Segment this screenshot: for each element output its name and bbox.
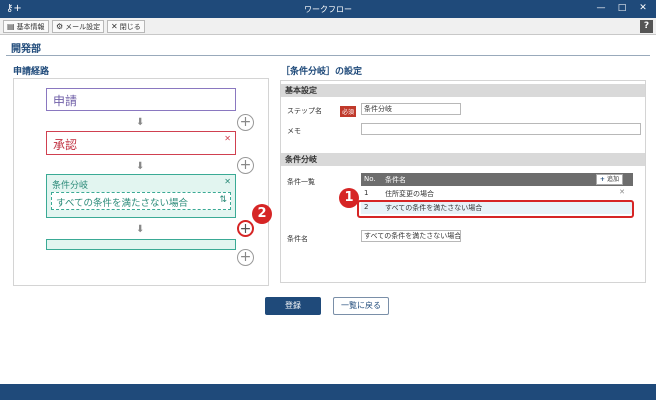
route-panel: 申請 ⬇ + 承認 ✕ ⬇ + 条件分岐 ✕ すべての条件を満たさない場合 ⇅ … [13, 78, 269, 286]
step-apply[interactable]: 申請 [46, 88, 236, 111]
divider [6, 55, 650, 56]
mail-settings-label: メール設定 [65, 23, 101, 31]
basic-info-button[interactable]: ▤ 基本情報 [3, 20, 49, 33]
settings-title: ［条件分岐］の設定 [281, 67, 363, 77]
back-to-list-button[interactable]: 一覧に戻る [333, 297, 389, 315]
condition-item[interactable]: すべての条件を満たさない場合 ⇅ [51, 192, 231, 210]
callout-1: 1 [339, 188, 359, 208]
add-condition-button[interactable]: + 追加 [595, 174, 623, 185]
add-step-icon[interactable]: + [237, 157, 254, 174]
arrow-down-icon: ⬇ [136, 117, 145, 128]
table-header: No. 条件名 + 追加 [361, 173, 633, 186]
basic-info-label: 基本情報 [16, 23, 45, 31]
route-title: 申請経路 [13, 67, 50, 77]
settings-panel: 基本設定 ステップ名 必須 条件分岐 メモ 条件分岐 条件一覧 No. 条件名 … [280, 80, 646, 283]
step-name-field[interactable]: 条件分岐 [361, 103, 461, 115]
row-no: 1 [364, 189, 369, 197]
add-step-icon[interactable]: + [237, 114, 254, 131]
maximize-icon[interactable]: □ [615, 2, 629, 15]
condition-label: すべての条件を満たさない場合 [56, 198, 188, 209]
memo-label: メモ [287, 127, 301, 135]
arrow-down-icon: ⬇ [136, 224, 145, 235]
col-no: No. [364, 175, 376, 183]
sort-icon[interactable]: ⇅ [219, 195, 227, 205]
minimize-icon[interactable]: — [594, 2, 608, 15]
step-name-label: ステップ名 [287, 107, 322, 115]
remove-step-icon[interactable]: ✕ [224, 134, 231, 143]
close-window-icon[interactable]: ✕ [636, 2, 650, 15]
toolbar: ▤ 基本情報 ⚙ メール設定 ✕ 閉じる ? [0, 18, 656, 35]
plus-icon: + [599, 176, 607, 183]
page-title: 開発部 [11, 44, 41, 55]
row-name: 住所変更の場合 [385, 190, 434, 198]
highlight-row [357, 200, 634, 218]
basic-section-header: 基本設定 [281, 84, 645, 97]
step-approve-label: 承認 [53, 138, 78, 152]
delete-row-icon[interactable]: ✕ [619, 188, 625, 196]
memo-field[interactable] [361, 123, 641, 135]
add-label: 追加 [606, 176, 619, 183]
required-badge: 必須 [340, 106, 357, 117]
add-step-icon[interactable]: + [237, 249, 254, 266]
condition-list-label: 条件一覧 [287, 178, 315, 186]
step-branch-label: 条件分岐 [52, 181, 89, 191]
help-button[interactable]: ? [640, 20, 653, 33]
remove-step-icon[interactable]: ✕ [224, 177, 231, 186]
close-button[interactable]: ✕ 閉じる [107, 20, 145, 33]
title-bar: ⚷+ ワークフロー — □ ✕ [0, 0, 656, 18]
footer-bar [0, 384, 656, 400]
register-button[interactable]: 登録 [265, 297, 321, 315]
info-icon: ▤ [7, 22, 15, 31]
add-step-icon[interactable]: + [237, 220, 254, 237]
close-icon: ✕ [111, 22, 118, 31]
step-apply-label: 申請 [53, 94, 78, 108]
step-approve[interactable]: 承認 ✕ [46, 131, 236, 155]
table-row[interactable]: 1 住所変更の場合 ✕ [361, 187, 633, 200]
col-name: 条件名 [385, 176, 406, 184]
callout-2: 2 [252, 204, 272, 224]
step-branch[interactable]: 条件分岐 ✕ すべての条件を満たさない場合 ⇅ [46, 174, 236, 218]
arrow-down-icon: ⬇ [136, 161, 145, 172]
gear-icon: ⚙ [56, 22, 64, 31]
condition-name-label: 条件名 [287, 235, 308, 243]
window-title: ワークフロー [304, 5, 352, 14]
mail-settings-button[interactable]: ⚙ メール設定 [52, 20, 105, 33]
condition-name-field[interactable]: すべての条件を満たさない場合 [361, 230, 461, 242]
condition-section-header: 条件分岐 [281, 153, 645, 166]
close-label: 閉じる [119, 23, 141, 31]
step-empty[interactable] [46, 239, 236, 250]
